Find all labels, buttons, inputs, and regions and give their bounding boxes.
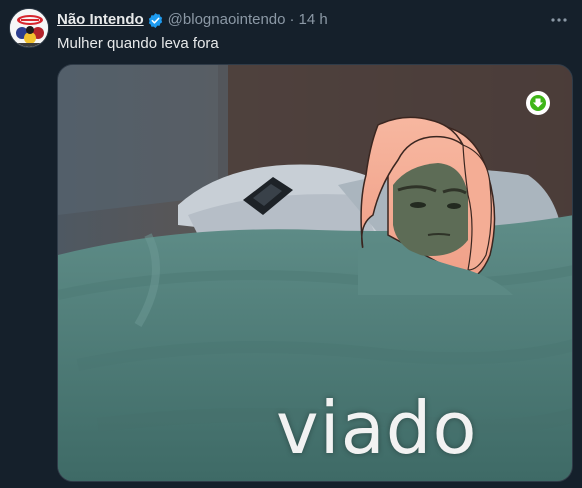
download-arrow-icon[interactable] — [526, 91, 550, 115]
more-options-icon[interactable] — [548, 10, 570, 30]
meme-caption: viado — [276, 386, 478, 470]
display-name[interactable]: Não Intendo — [57, 10, 144, 30]
timestamp[interactable]: 14 h — [299, 10, 328, 30]
avatar-logo-icon — [10, 9, 48, 47]
tweet-header: Não Intendo @blognaointendo · 14 h — [57, 10, 328, 30]
tweet: Não Intendo @blognaointendo · 14 h Mulhe… — [0, 0, 582, 488]
separator-dot: · — [289, 11, 295, 28]
verified-badge-icon — [147, 12, 164, 29]
handle[interactable]: @blognaointendo — [168, 10, 286, 30]
avatar[interactable] — [9, 8, 49, 48]
tweet-media[interactable]: viado — [57, 64, 573, 482]
tweet-text: Mulher quando leva fora — [57, 35, 219, 52]
